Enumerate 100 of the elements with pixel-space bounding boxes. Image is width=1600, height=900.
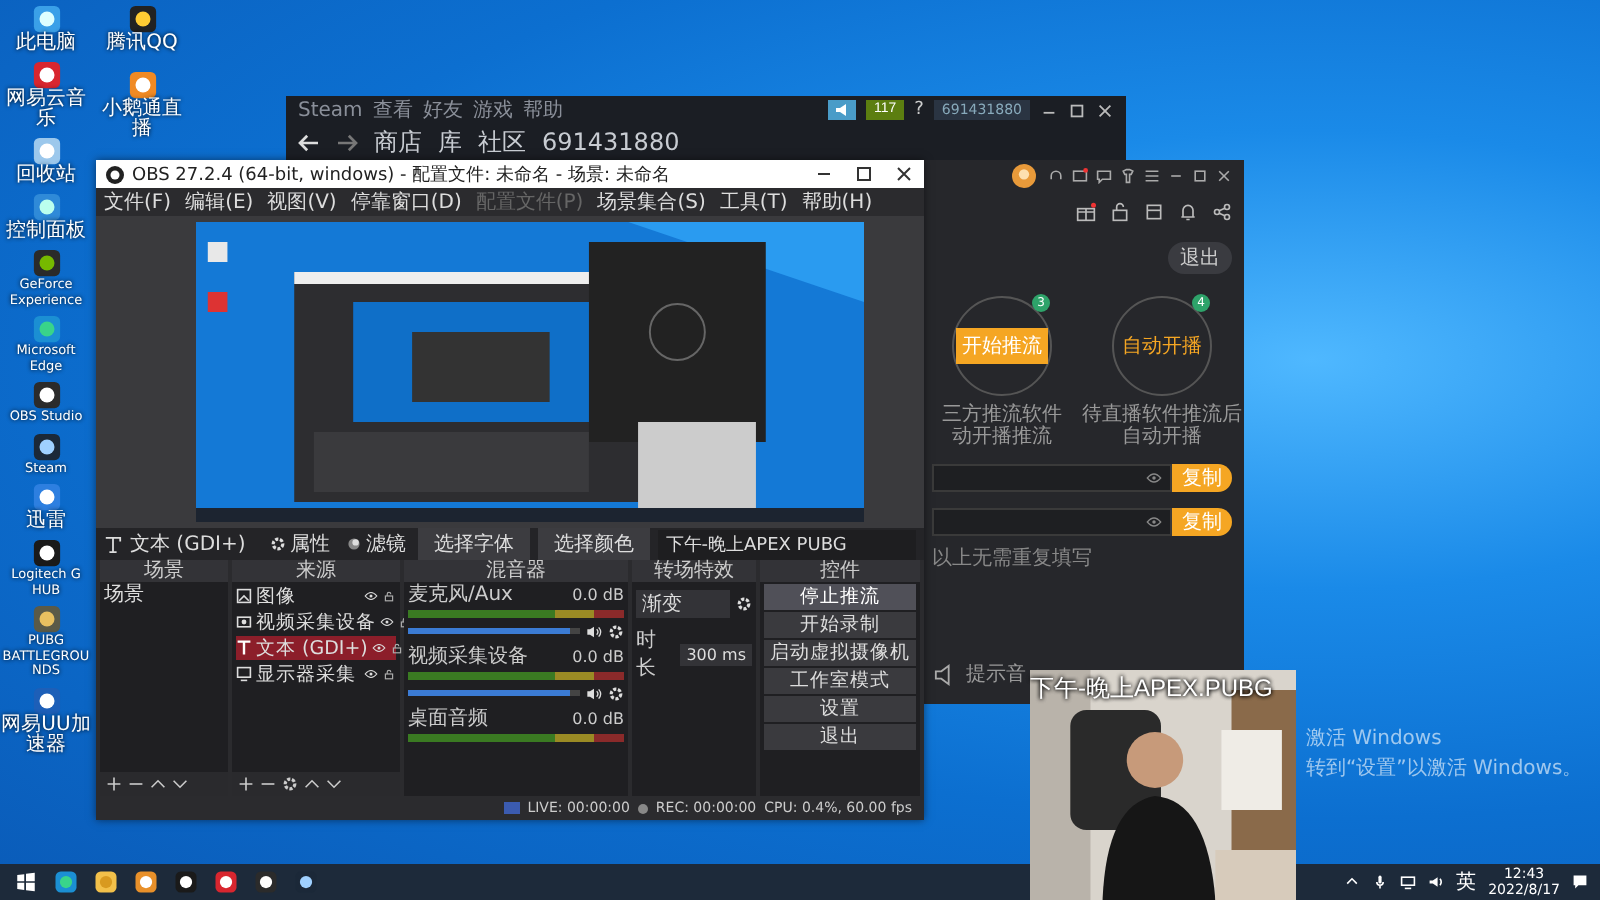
app-icon[interactable] xyxy=(31,431,61,461)
gear-icon[interactable] xyxy=(282,776,298,792)
bell-icon[interactable] xyxy=(1178,202,1198,222)
avatar[interactable] xyxy=(1012,164,1036,188)
speaker-icon[interactable] xyxy=(586,685,602,701)
select-color-button[interactable]: 选择颜色 xyxy=(537,528,650,560)
filters-button[interactable]: 滤镜 xyxy=(341,530,410,558)
shirt-icon[interactable] xyxy=(1120,168,1136,184)
source-item[interactable]: 显示器采集 xyxy=(236,662,396,686)
app-icon[interactable] xyxy=(31,482,61,512)
menu-item[interactable]: 编辑(E) xyxy=(185,188,254,216)
nav-tab[interactable]: 商店 xyxy=(374,125,422,159)
menu-icon[interactable] xyxy=(1144,168,1160,184)
notification-icon[interactable] xyxy=(1572,874,1588,890)
app-icon[interactable] xyxy=(127,4,157,34)
mail-icon[interactable] xyxy=(1072,168,1088,184)
duration-field[interactable]: 300 ms xyxy=(680,643,752,665)
down-icon[interactable] xyxy=(172,776,188,792)
gift-icon[interactable] xyxy=(1076,202,1096,222)
input-method[interactable]: 英 xyxy=(1456,868,1477,896)
app-icon[interactable] xyxy=(212,868,240,896)
forward-icon[interactable] xyxy=(336,133,358,151)
menu-item[interactable]: 视图(V) xyxy=(267,188,337,216)
menu-item[interactable]: 停靠窗口(D) xyxy=(350,188,462,216)
close-icon[interactable] xyxy=(1216,168,1232,184)
gear-icon[interactable] xyxy=(736,596,752,612)
control-button[interactable]: 退出 xyxy=(764,724,916,750)
help-link[interactable]: ? xyxy=(914,100,924,120)
maximize-icon[interactable] xyxy=(854,164,874,184)
control-button[interactable]: 工作室模式 xyxy=(764,668,916,694)
speaker-icon[interactable] xyxy=(586,623,602,639)
transition-dropdown[interactable]: 渐变 xyxy=(636,590,730,618)
lock-icon[interactable] xyxy=(382,668,396,680)
app-icon[interactable] xyxy=(92,868,120,896)
lock-icon[interactable] xyxy=(1110,202,1130,222)
maximize-icon[interactable] xyxy=(1192,168,1208,184)
start-icon[interactable] xyxy=(12,868,40,896)
app-icon[interactable] xyxy=(132,868,160,896)
lock-icon[interactable] xyxy=(382,590,396,602)
chat-icon[interactable] xyxy=(1096,168,1112,184)
exit-button[interactable]: 退出 xyxy=(1168,242,1232,274)
scene-item[interactable]: 场景 xyxy=(104,584,224,608)
control-button[interactable]: 开始录制 xyxy=(764,612,916,638)
app-icon[interactable] xyxy=(31,538,61,568)
nav-tab[interactable]: 库 xyxy=(438,125,462,159)
menu-item[interactable]: 帮助(H) xyxy=(801,188,873,216)
microphone-icon[interactable] xyxy=(1372,874,1389,890)
plus-icon[interactable] xyxy=(106,776,122,792)
menu-item[interactable]: 场景集合(S) xyxy=(597,188,706,216)
select-font-button[interactable]: 选择字体 xyxy=(417,528,530,560)
up-icon[interactable] xyxy=(304,776,320,792)
network-icon[interactable] xyxy=(1400,874,1417,890)
app-icon[interactable] xyxy=(31,248,61,278)
close-icon[interactable] xyxy=(894,164,914,184)
volume-slider[interactable] xyxy=(408,628,580,634)
source-item[interactable]: 视频采集设备 xyxy=(236,610,396,634)
app-icon[interactable] xyxy=(127,70,157,100)
text-field[interactable]: 下午-晚上APEX PUBG xyxy=(657,529,916,559)
app-icon[interactable] xyxy=(31,136,61,166)
app-icon[interactable] xyxy=(31,685,61,715)
source-item[interactable]: 图像 xyxy=(236,584,396,608)
menu-item[interactable]: 文件(F) xyxy=(104,188,172,216)
down-icon[interactable] xyxy=(326,776,342,792)
maximize-icon[interactable] xyxy=(1068,101,1086,119)
source-item[interactable]: 文本 (GDI+) xyxy=(236,636,396,660)
volume-icon[interactable] xyxy=(1428,874,1445,890)
app-icon[interactable] xyxy=(31,60,61,90)
close-icon[interactable] xyxy=(1096,101,1114,119)
menu-item[interactable]: Steam xyxy=(298,99,363,121)
control-button[interactable]: 设置 xyxy=(764,696,916,722)
input-field[interactable] xyxy=(932,508,1172,536)
menu-item[interactable]: 帮助 xyxy=(522,96,563,124)
share-icon[interactable] xyxy=(1212,202,1232,222)
app-icon[interactable] xyxy=(252,868,280,896)
up-icon[interactable] xyxy=(150,776,166,792)
lock-icon[interactable] xyxy=(389,642,404,654)
app-icon[interactable] xyxy=(172,868,200,896)
activation-hint: 转到“设置”以激活 Windows。 xyxy=(1306,755,1583,782)
control-button[interactable]: 启动虚拟摄像机 xyxy=(764,640,916,666)
box-icon[interactable] xyxy=(1144,202,1164,222)
volume-slider[interactable] xyxy=(408,690,580,696)
properties-button[interactable]: 属性 xyxy=(265,530,334,558)
control-button[interactable]: 停止推流 xyxy=(764,584,916,610)
app-icon[interactable] xyxy=(31,4,61,34)
nav-tab[interactable]: 691431880 xyxy=(542,128,680,156)
menu-item[interactable]: 游戏 xyxy=(472,96,513,124)
nav-tab[interactable]: 社区 xyxy=(478,125,526,159)
app-icon[interactable] xyxy=(31,380,61,410)
menu-item[interactable]: 查看 xyxy=(372,96,413,124)
app-icon[interactable] xyxy=(52,868,80,896)
headset-icon[interactable] xyxy=(1048,168,1064,184)
gear-icon[interactable] xyxy=(608,623,624,639)
menu-item[interactable]: 好友 xyxy=(422,96,463,124)
menu-item[interactable]: 工具(T) xyxy=(719,188,788,216)
back-icon[interactable] xyxy=(298,133,320,151)
chevron-up-icon[interactable] xyxy=(1344,874,1361,890)
plus-icon[interactable] xyxy=(238,776,254,792)
megaphone-icon[interactable] xyxy=(827,100,856,120)
gear-icon[interactable] xyxy=(608,685,624,701)
input-field[interactable] xyxy=(932,464,1172,492)
